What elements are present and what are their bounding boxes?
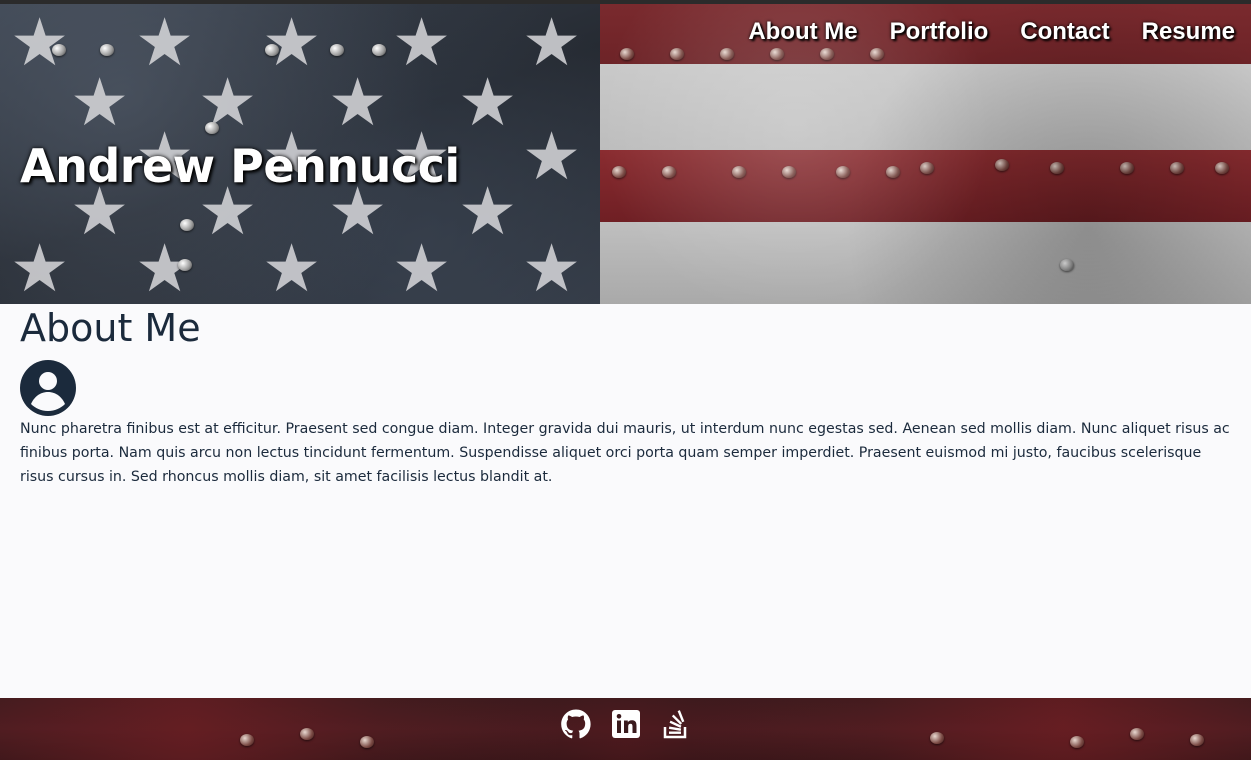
rivet-decoration (662, 166, 676, 178)
rivet-decoration (330, 44, 344, 56)
rivet-decoration (372, 44, 386, 56)
nav-about-me[interactable]: About Me (748, 18, 857, 46)
rivet-decoration (886, 166, 900, 178)
rivet-decoration (820, 48, 834, 60)
rivet-decoration (100, 44, 114, 56)
page-header: ★ ★ ★ ★ ★ ★ ★ ★ ★ ★ ★ ★ ★ ★ ★ ★ ★ ★ ★ ★ … (0, 4, 1251, 304)
rivet-decoration (920, 162, 934, 174)
social-links (560, 708, 692, 740)
star-decoration: ★ (262, 4, 322, 81)
bio-text: Nunc pharetra finibus est at efficitur. … (20, 421, 1230, 485)
rivet-decoration (1050, 162, 1064, 174)
rivet-decoration (670, 48, 684, 60)
nav-portfolio[interactable]: Portfolio (890, 18, 989, 46)
rivet-decoration (52, 44, 66, 56)
rivet-decoration (1070, 736, 1084, 748)
star-decoration: ★ (522, 4, 582, 81)
rivet-decoration (265, 44, 279, 56)
star-decoration: ★ (522, 230, 582, 304)
star-decoration: ★ (10, 230, 70, 304)
rivet-decoration (1120, 162, 1134, 174)
rivet-decoration (205, 122, 219, 134)
star-decoration: ★ (392, 230, 452, 304)
star-decoration: ★ (522, 118, 582, 195)
main-nav: About Me Portfolio Contact Resume (748, 18, 1235, 46)
stackoverflow-icon[interactable] (660, 708, 692, 740)
github-icon[interactable] (560, 708, 592, 740)
rivet-decoration (1190, 734, 1204, 746)
rivet-decoration (770, 48, 784, 60)
star-decoration: ★ (262, 230, 322, 304)
rivet-decoration (995, 159, 1009, 171)
user-circle-icon (20, 360, 76, 416)
star-decoration: ★ (458, 173, 518, 250)
rivet-decoration (930, 732, 944, 744)
star-decoration: ★ (70, 64, 130, 141)
rivet-decoration (782, 166, 796, 178)
star-decoration: ★ (10, 4, 70, 81)
rivet-decoration (620, 48, 634, 60)
star-decoration: ★ (392, 4, 452, 81)
about-section: About Me Nunc pharetra finibus est at ef… (0, 304, 1251, 698)
nav-contact[interactable]: Contact (1020, 18, 1109, 46)
rivet-decoration (180, 219, 194, 231)
star-decoration: ★ (328, 64, 388, 141)
rivet-decoration (612, 166, 626, 178)
rivet-decoration (836, 166, 850, 178)
rivet-decoration (360, 736, 374, 748)
rivet-decoration (178, 259, 192, 271)
star-decoration: ★ (135, 4, 195, 81)
flag-stripes (600, 4, 1251, 304)
rivet-decoration (1130, 728, 1144, 740)
star-decoration: ★ (458, 64, 518, 141)
rivet-decoration (240, 734, 254, 746)
site-title: Andrew Pennucci (20, 139, 460, 193)
rivet-decoration (1170, 162, 1184, 174)
rivet-decoration (732, 166, 746, 178)
rivet-decoration (1060, 259, 1074, 271)
nav-resume[interactable]: Resume (1142, 18, 1235, 46)
page-footer (0, 698, 1251, 760)
section-title: About Me (20, 306, 201, 350)
rivet-decoration (300, 728, 314, 740)
rivet-decoration (870, 48, 884, 60)
rivet-decoration (1215, 162, 1229, 174)
rivet-decoration (720, 48, 734, 60)
linkedin-icon[interactable] (610, 708, 642, 740)
